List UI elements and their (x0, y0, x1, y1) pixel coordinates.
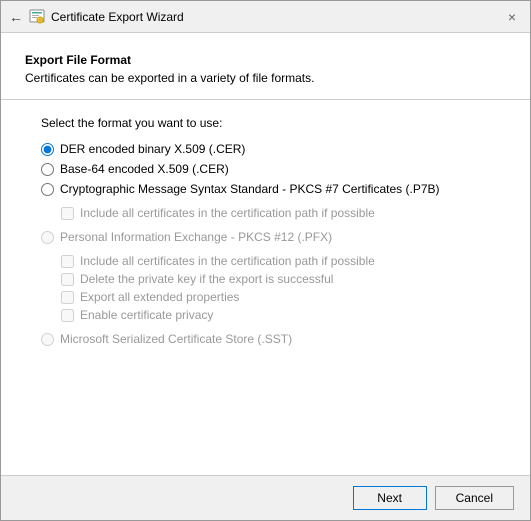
pfx-sub-options: Include all certificates in the certific… (61, 254, 490, 322)
pfx-privacy-checkbox-item[interactable]: Enable certificate privacy (61, 308, 490, 322)
window-title: Certificate Export Wizard (51, 10, 184, 24)
radio-label-pkcs7: Cryptographic Message Syntax Standard - … (60, 182, 440, 196)
radio-item-base64[interactable]: Base-64 encoded X.509 (.CER) (41, 162, 490, 176)
cancel-button[interactable]: Cancel (435, 486, 514, 510)
pfx-include-label: Include all certificates in the certific… (80, 254, 375, 268)
pkcs7-include-checkbox-item[interactable]: Include all certificates in the certific… (61, 206, 490, 220)
wizard-window: ← Certificate Export Wizard × Export Fil… (0, 0, 531, 521)
radio-pfx[interactable] (41, 231, 54, 244)
radio-item-pfx[interactable]: Personal Information Exchange - PKCS #12… (41, 230, 490, 244)
pfx-include-checkbox-item[interactable]: Include all certificates in the certific… (61, 254, 490, 268)
pfx-delete-checkbox[interactable] (61, 273, 74, 286)
pkcs7-sub-options: Include all certificates in the certific… (61, 206, 490, 220)
pfx-export-checkbox-item[interactable]: Export all extended properties (61, 290, 490, 304)
title-bar-left: ← Certificate Export Wizard (9, 9, 184, 25)
content-area: Export File Format Certificates can be e… (1, 33, 530, 520)
radio-item-der[interactable]: DER encoded binary X.509 (.CER) (41, 142, 490, 156)
radio-der[interactable] (41, 143, 54, 156)
radio-item-pkcs7[interactable]: Cryptographic Message Syntax Standard - … (41, 182, 490, 196)
pfx-delete-label: Delete the private key if the export is … (80, 272, 333, 286)
pfx-export-checkbox[interactable] (61, 291, 74, 304)
section-title: Export File Format (25, 53, 506, 67)
radio-group: DER encoded binary X.509 (.CER) Base-64 … (41, 142, 490, 346)
back-arrow[interactable]: ← (9, 9, 23, 25)
radio-label-base64: Base-64 encoded X.509 (.CER) (60, 162, 229, 176)
title-bar: ← Certificate Export Wizard × (1, 1, 530, 33)
wizard-icon (29, 9, 45, 25)
radio-label-der: DER encoded binary X.509 (.CER) (60, 142, 245, 156)
next-button[interactable]: Next (353, 486, 427, 510)
header-section: Export File Format Certificates can be e… (1, 33, 530, 100)
radio-item-sst[interactable]: Microsoft Serialized Certificate Store (… (41, 332, 490, 346)
radio-sst[interactable] (41, 333, 54, 346)
radio-label-sst: Microsoft Serialized Certificate Store (… (60, 332, 292, 346)
select-label: Select the format you want to use: (41, 116, 490, 130)
main-section: Select the format you want to use: DER e… (1, 100, 530, 475)
pfx-privacy-label: Enable certificate privacy (80, 308, 213, 322)
pkcs7-include-label: Include all certificates in the certific… (80, 206, 375, 220)
close-button[interactable]: × (502, 7, 522, 27)
pfx-delete-checkbox-item[interactable]: Delete the private key if the export is … (61, 272, 490, 286)
footer: Next Cancel (1, 475, 530, 520)
radio-label-pfx: Personal Information Exchange - PKCS #12… (60, 230, 332, 244)
pfx-include-checkbox[interactable] (61, 255, 74, 268)
radio-base64[interactable] (41, 163, 54, 176)
radio-pkcs7[interactable] (41, 183, 54, 196)
pfx-export-label: Export all extended properties (80, 290, 239, 304)
section-desc: Certificates can be exported in a variet… (25, 71, 506, 85)
pfx-privacy-checkbox[interactable] (61, 309, 74, 322)
pkcs7-include-checkbox[interactable] (61, 207, 74, 220)
